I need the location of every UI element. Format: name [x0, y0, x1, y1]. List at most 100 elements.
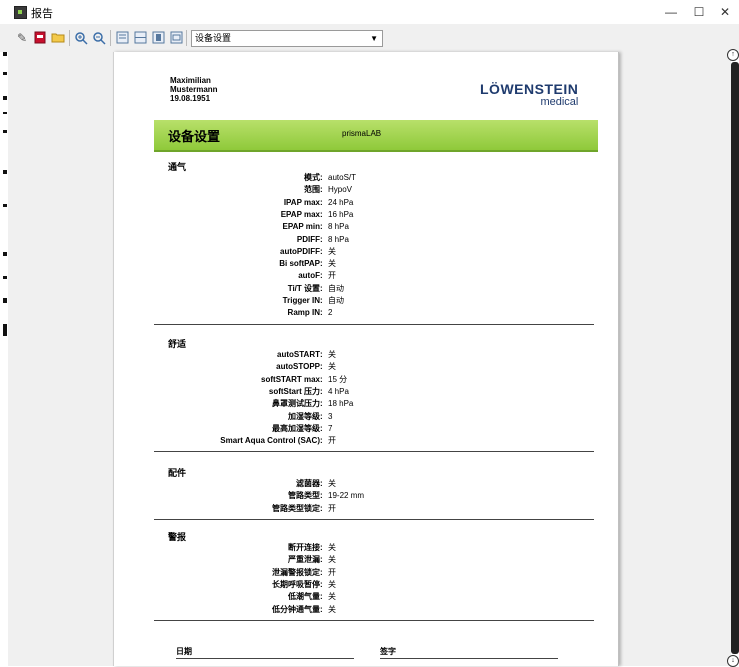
- setting-row: 加湿等级:3: [154, 411, 594, 423]
- app-icon: [14, 6, 27, 19]
- setting-value: 24 hPa: [328, 197, 354, 207]
- setting-value: 开: [328, 436, 336, 446]
- section-divider: [154, 323, 594, 325]
- setting-value: 4 hPa: [328, 386, 349, 396]
- setting-colon: :: [320, 350, 323, 359]
- setting-colon: :: [320, 479, 323, 488]
- setting-label: 最高加湿等级: [272, 423, 320, 433]
- two-page-icon[interactable]: [133, 31, 147, 45]
- setting-label: EPAP min: [282, 222, 321, 232]
- toolbar-separator: [186, 30, 187, 46]
- setting-row: EPAP min:8 hPa: [154, 221, 594, 233]
- setting-colon: :: [320, 374, 323, 384]
- signature-field: 签字: [380, 646, 558, 659]
- setting-value: 18 hPa: [328, 399, 354, 409]
- close-button[interactable]: ✕: [711, 0, 739, 24]
- fit-page-icon[interactable]: [151, 31, 165, 45]
- folder-icon[interactable]: [51, 31, 65, 45]
- setting-colon: :: [320, 209, 323, 219]
- setting-label: Ramp IN: [287, 308, 320, 318]
- setting-label: Bi softPAP: [279, 259, 320, 269]
- edit-icon[interactable]: ✎: [15, 31, 29, 45]
- setting-row: 管路类型锁定: 开: [154, 503, 594, 515]
- patient-first-name: Maximilian: [170, 76, 211, 85]
- setting-row: autoSTOPP: 关: [154, 361, 594, 373]
- setting-label: autoSTART: [277, 350, 320, 359]
- section-select-value: 设备设置: [195, 33, 232, 43]
- signature-label: 签字: [380, 647, 396, 656]
- setting-row: PDIFF:8 hPa: [154, 234, 594, 246]
- banner-device: prismaLAB: [342, 129, 382, 138]
- setting-colon: :: [320, 579, 323, 589]
- vertical-scrollbar[interactable]: ↑ ↓: [727, 49, 739, 667]
- setting-value: 8 hPa: [328, 222, 349, 232]
- minimize-button[interactable]: —: [657, 0, 685, 24]
- patient-birthdate: 19.08.1951: [170, 94, 211, 103]
- section-select[interactable]: 设备设置 ▼: [191, 30, 383, 47]
- maximize-button[interactable]: ☐: [685, 0, 713, 24]
- logo-subline: medical: [540, 96, 579, 108]
- pdf-icon[interactable]: [33, 31, 47, 45]
- zoom-in-icon[interactable]: [74, 31, 88, 45]
- setting-row: IPAP max:24 hPa: [154, 197, 594, 209]
- setting-colon: :: [320, 362, 323, 372]
- setting-label: softSTART max: [261, 374, 320, 384]
- setting-row: autoPDIFF: 关: [154, 246, 594, 258]
- setting-colon: :: [320, 386, 323, 396]
- setting-value: 开: [328, 567, 336, 577]
- setting-value: 关: [328, 555, 336, 565]
- patient-info: Maximilian Mustermann 19.08.1951: [170, 76, 218, 103]
- setting-label: 管路类型锁定: [272, 503, 320, 513]
- scroll-up-icon[interactable]: ↑: [727, 49, 739, 61]
- setting-colon: :: [320, 436, 323, 446]
- setting-row: Trigger IN: 自动: [154, 295, 594, 307]
- zoom-out-icon[interactable]: [92, 31, 106, 45]
- setting-value: 开: [328, 271, 336, 281]
- setting-colon: :: [320, 173, 323, 182]
- setting-value: 8 hPa: [328, 234, 349, 244]
- logo-wordmark: LÖWENSTEIN: [480, 81, 579, 97]
- setting-row: EPAP max:16 hPa: [154, 209, 594, 221]
- scrollbar-thumb[interactable]: [731, 62, 739, 654]
- setting-label: 低潮气量: [288, 592, 320, 602]
- setting-label: softStart 压力: [268, 386, 320, 396]
- setting-label: Trigger IN: [282, 296, 320, 305]
- setting-value: 关: [328, 543, 336, 552]
- single-page-icon[interactable]: [115, 31, 129, 45]
- setting-row: 断开连接: 关: [154, 542, 594, 554]
- report-banner: 设备设置 prismaLAB: [154, 120, 598, 152]
- toolbar-separator: [69, 30, 70, 46]
- setting-label: 长期呼吸暂停: [272, 579, 320, 589]
- setting-row: 管路类型:19-22 mm: [154, 490, 594, 502]
- setting-value: 关: [328, 579, 336, 589]
- setting-value: 关: [328, 350, 336, 359]
- setting-row: autoF: 开: [154, 270, 594, 282]
- window-title: 报告: [31, 8, 53, 20]
- setting-label: 模式: [304, 173, 320, 182]
- setting-label: 低分钟通气量: [272, 604, 320, 614]
- fit-width-icon[interactable]: [169, 31, 183, 45]
- setting-row: Ramp IN:2: [154, 307, 594, 319]
- setting-colon: :: [320, 246, 323, 256]
- setting-colon: :: [320, 555, 323, 565]
- setting-label: EPAP max: [280, 209, 320, 219]
- scroll-down-icon[interactable]: ↓: [727, 655, 739, 667]
- toolbar: ✎ 设备设置 ▼: [0, 24, 739, 53]
- setting-label: 断开连接: [288, 543, 320, 552]
- setting-colon: :: [320, 259, 323, 269]
- setting-label: 管路类型: [288, 491, 320, 501]
- setting-label: autoF: [298, 271, 320, 281]
- setting-value: 自动: [328, 296, 344, 305]
- left-panel-edge: [0, 52, 8, 666]
- setting-colon: :: [320, 271, 323, 281]
- chevron-down-icon: ▼: [370, 34, 378, 43]
- setting-value: 关: [328, 259, 336, 269]
- setting-row: 最高加湿等级:7: [154, 423, 594, 435]
- setting-value: 19-22 mm: [328, 491, 365, 501]
- toolbar-separator: [110, 30, 111, 46]
- setting-colon: :: [320, 222, 323, 232]
- banner-title: 设备设置: [168, 129, 221, 144]
- setting-value: 2: [328, 308, 333, 318]
- patient-last-name: Mustermann: [170, 85, 218, 94]
- setting-value: 开: [328, 503, 336, 513]
